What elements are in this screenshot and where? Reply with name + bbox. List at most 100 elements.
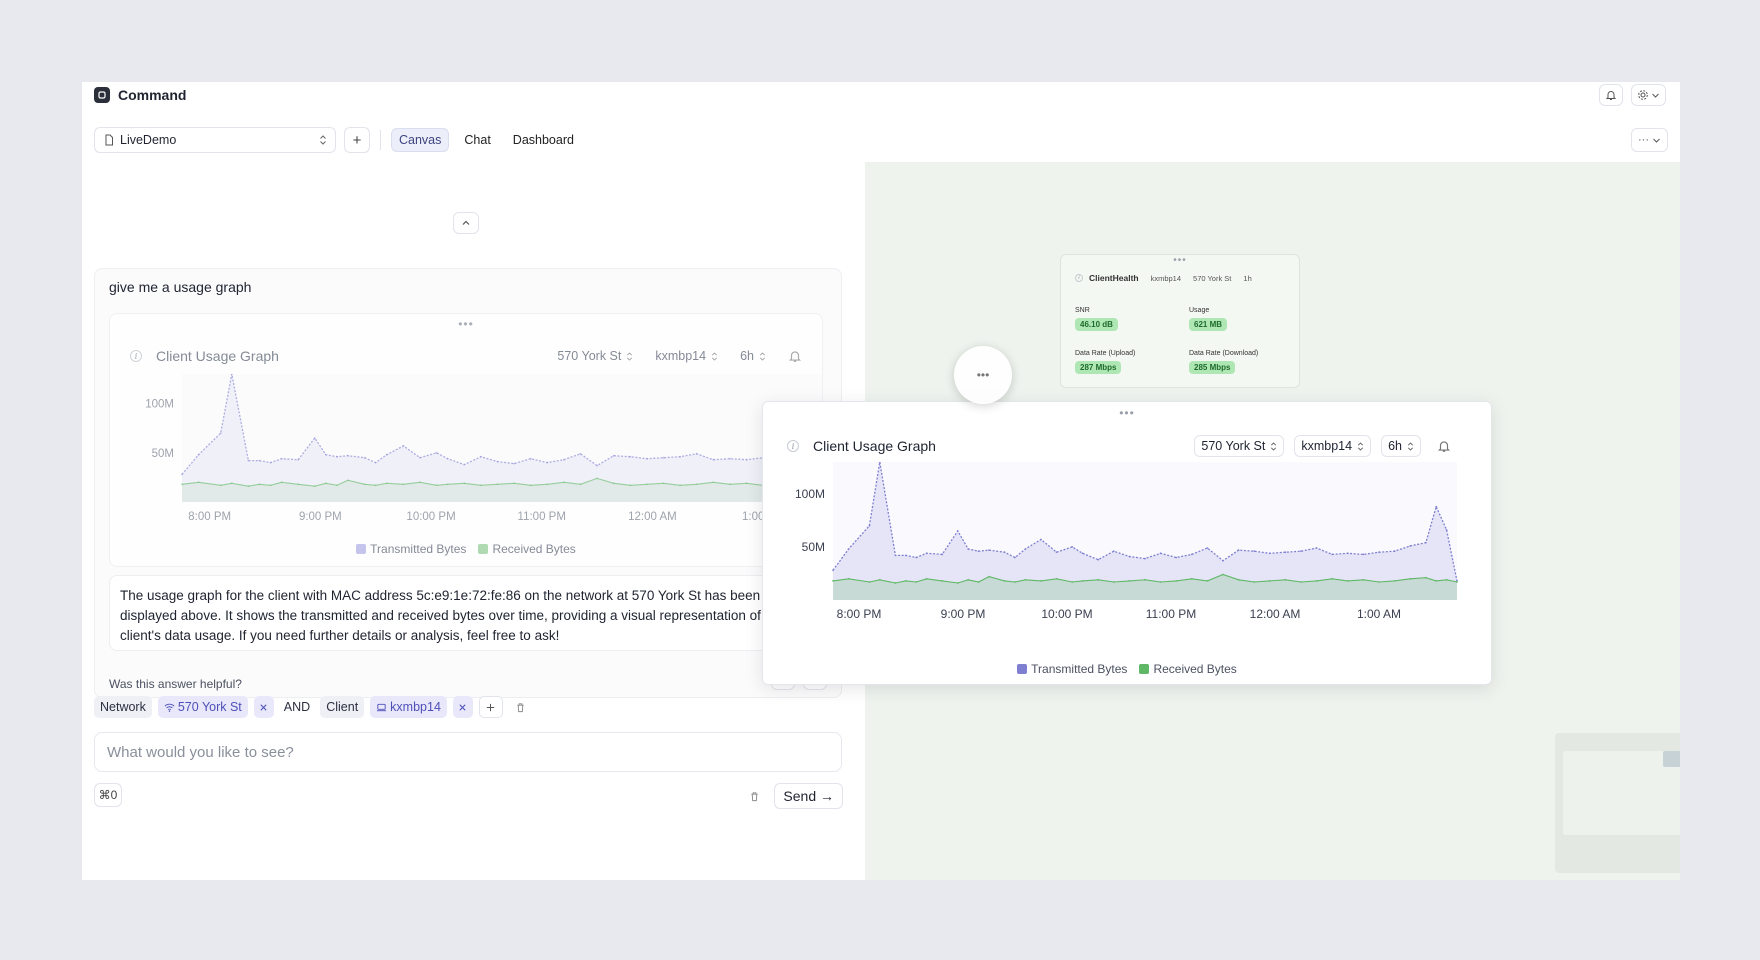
metric-value: 46.10 dB (1075, 318, 1118, 331)
info-icon[interactable]: i (787, 440, 799, 452)
drag-handle-icon[interactable]: ••• (1119, 406, 1135, 420)
transmitted-point (695, 452, 698, 455)
collapse-button[interactable] (453, 212, 479, 234)
x-tick-label: 10:00 PM (1041, 607, 1092, 621)
transmitted-point (297, 458, 300, 461)
assistant-answer: The usage graph for the client with MAC … (109, 575, 823, 651)
received-point (956, 582, 959, 584)
client-health-network-select[interactable]: 570 York St (1193, 274, 1231, 283)
received-point (1331, 577, 1334, 580)
transmitted-point (967, 548, 970, 550)
bell-icon[interactable] (788, 349, 802, 363)
add-project-button[interactable]: + (344, 127, 370, 153)
client-health-title: ClientHealth (1089, 273, 1139, 283)
transmitted-point (1003, 551, 1006, 554)
drag-handle-icon[interactable]: ••• (1173, 255, 1187, 266)
drag-handle-icon[interactable]: ••• (458, 317, 474, 331)
transmitted-point (925, 552, 928, 555)
client-health-card[interactable]: ••• i ClientHealth kxmbp14 570 York St 1… (1060, 254, 1300, 388)
transmitted-point (1175, 556, 1178, 559)
transmitted-point (446, 457, 449, 460)
client-select[interactable]: kxmbp14 (1294, 435, 1372, 457)
helpful-question: Was this answer helpful? (109, 677, 242, 691)
and-operator[interactable]: AND (280, 696, 314, 718)
remove-network-filter-button[interactable] (253, 696, 274, 718)
received-point (847, 577, 850, 580)
transmitted-point (612, 454, 615, 457)
transmitted-point (712, 458, 715, 461)
network-filter-chip[interactable]: 570 York St (157, 696, 248, 718)
range-select[interactable]: 6h (1381, 435, 1421, 457)
range-select-value: 6h (740, 349, 754, 363)
received-point (1284, 578, 1287, 581)
x-tick-label: 11:00 PM (518, 511, 566, 523)
transmitted-point (1331, 553, 1334, 556)
metric-label: SNR (1075, 307, 1090, 314)
dragged-usage-chart[interactable]: ••• i Client Usage Graph 570 York St kxm… (762, 401, 1492, 685)
tab-canvas[interactable]: Canvas (391, 128, 450, 152)
client-select[interactable]: kxmbp14 (649, 345, 724, 367)
wifi-icon (164, 703, 175, 712)
received-point (1003, 580, 1006, 582)
client-health-client-select[interactable]: kxmbp14 (1151, 274, 1181, 283)
tab-dashboard[interactable]: Dashboard (506, 128, 581, 152)
updown-icon (712, 351, 718, 361)
received-point (1055, 577, 1058, 580)
notifications-button[interactable] (1599, 84, 1623, 106)
updown-icon (627, 351, 633, 361)
network-select[interactable]: 570 York St (551, 345, 639, 367)
clear-input-button[interactable] (742, 785, 766, 807)
received-point (745, 482, 748, 485)
tab-chat[interactable]: Chat (457, 128, 497, 152)
received-point (1253, 581, 1256, 583)
more-options-button[interactable]: ··· (1631, 128, 1668, 152)
transmitted-point (1206, 547, 1209, 549)
received-point (1222, 573, 1224, 576)
client-select-value: kxmbp14 (655, 349, 707, 363)
send-button[interactable]: Send → (774, 783, 843, 809)
x-tick-label: 8:00 PM (188, 511, 231, 523)
x-tick-label: 11:00 PM (1146, 607, 1196, 621)
transmitted-point (313, 437, 316, 439)
client-filter-label: Client (320, 696, 365, 718)
network-select-value: 570 York St (1201, 439, 1266, 453)
remove-client-filter-button[interactable] (452, 696, 473, 718)
legend-item-received: Received Bytes (478, 542, 576, 556)
usage-chart-plot: 50M 100M 8:00 PM 9:00 PM 10:00 PM 11:00 PM 12:… (795, 462, 1458, 621)
prompt-input[interactable] (107, 743, 829, 761)
info-icon[interactable]: i (1075, 274, 1083, 282)
shortcut-button[interactable]: ⌘0 (94, 783, 122, 807)
transmitted-point (977, 550, 980, 553)
received-point (435, 484, 438, 487)
transmitted-point (1112, 550, 1115, 553)
received-point (1097, 578, 1100, 581)
updown-icon (320, 135, 326, 145)
add-filter-button[interactable] (478, 696, 503, 718)
network-select[interactable]: 570 York St (1194, 435, 1285, 457)
info-icon[interactable]: i (130, 350, 142, 362)
chevron-up-icon (462, 220, 470, 225)
client-filter-chip[interactable]: kxmbp14 (370, 696, 447, 718)
received-point (662, 482, 665, 485)
received-point (269, 484, 272, 487)
transmitted-point (1014, 556, 1016, 559)
x-tick-label: 9:00 PM (941, 607, 986, 621)
project-select[interactable]: LiveDemo (94, 127, 336, 153)
range-select[interactable]: 6h (734, 345, 772, 367)
bell-icon[interactable] (1437, 439, 1451, 453)
transmitted-point (1190, 553, 1193, 556)
x-tick-label: 8:00 PM (837, 607, 882, 621)
transmitted-point (988, 549, 990, 551)
received-point (1445, 578, 1448, 581)
received-point (868, 581, 871, 583)
clear-filters-button[interactable] (509, 696, 533, 718)
filter-bar: Network 570 York St AND Client kxmbp14 (94, 695, 533, 719)
metric-label: Data Rate (Download) (1189, 350, 1259, 357)
transmitted-point (1346, 552, 1349, 555)
received-point (679, 484, 681, 487)
settings-menu-button[interactable] (1631, 84, 1666, 106)
client-health-range-select[interactable]: 1h (1243, 274, 1251, 283)
transmitted-point (529, 457, 532, 460)
transmitted-point (374, 461, 377, 464)
received-point (336, 484, 338, 487)
